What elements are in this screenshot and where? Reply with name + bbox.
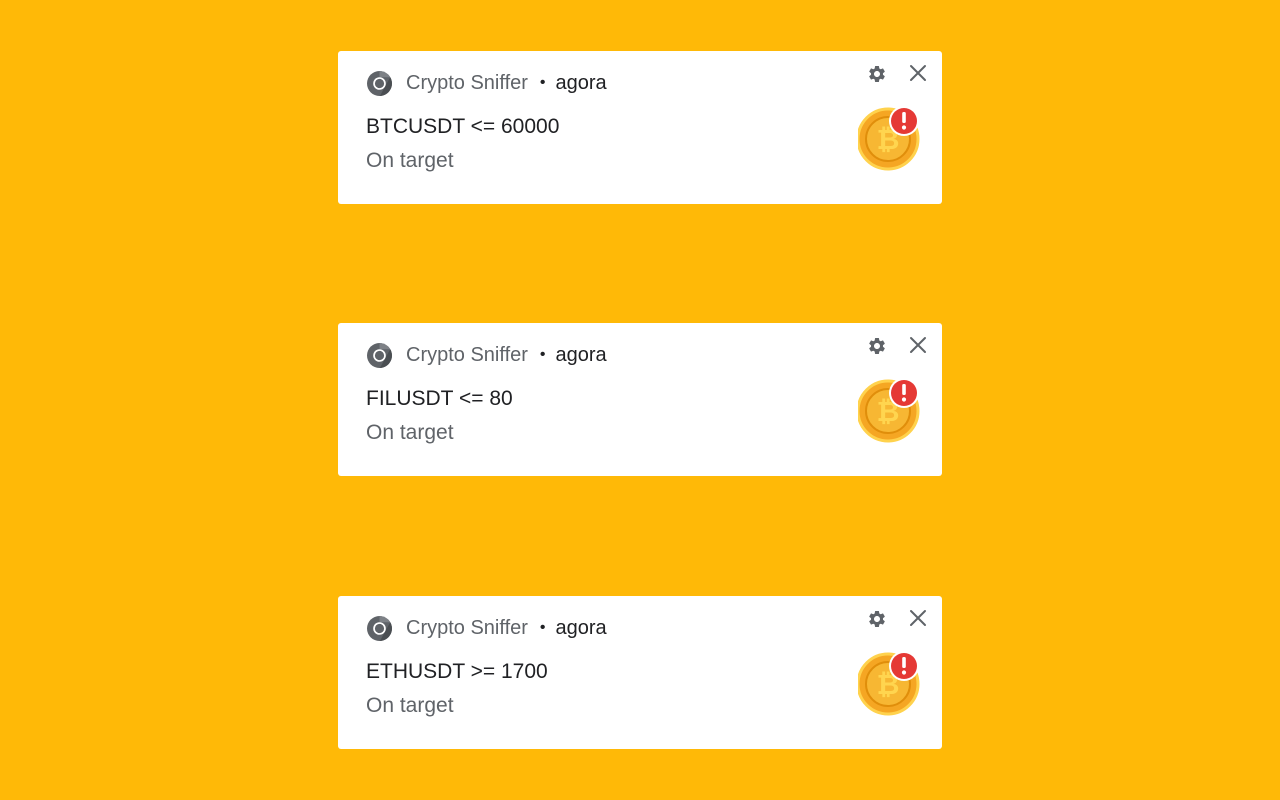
settings-button[interactable] <box>866 65 888 87</box>
chrome-icon <box>366 70 393 97</box>
close-icon <box>909 64 927 87</box>
notification-header: Crypto Sniffer • agora <box>366 615 607 642</box>
notification-message: On target <box>366 149 454 172</box>
separator-dot: • <box>539 346 546 363</box>
bitcoin-alert-icon: ₿ <box>856 377 924 443</box>
separator-dot: • <box>539 619 546 636</box>
app-name: Crypto Sniffer <box>406 71 528 94</box>
settings-button[interactable] <box>866 337 888 359</box>
close-icon <box>909 336 927 359</box>
notification-header: Crypto Sniffer • agora <box>366 70 607 97</box>
origin-label: agora <box>555 343 607 366</box>
close-button[interactable] <box>907 64 929 86</box>
notification-title: FILUSDT <= 80 <box>366 387 513 410</box>
bitcoin-alert-icon: ₿ <box>856 105 924 171</box>
notification-header: Crypto Sniffer • agora <box>366 342 607 369</box>
notification-card[interactable]: Crypto Sniffer • agora FILUSDT <= 80 On … <box>338 323 942 476</box>
notification-title: BTCUSDT <= 60000 <box>366 115 560 138</box>
notification-card[interactable]: Crypto Sniffer • agora BTCUSDT <= 60000 … <box>338 51 942 204</box>
separator-dot: • <box>539 74 546 91</box>
settings-button[interactable] <box>866 610 888 632</box>
close-button[interactable] <box>907 336 929 358</box>
notification-message: On target <box>366 694 454 717</box>
origin-label: agora <box>555 616 607 639</box>
origin-label: agora <box>555 71 607 94</box>
gear-icon <box>867 64 887 89</box>
gear-icon <box>867 336 887 361</box>
gear-icon <box>867 609 887 634</box>
app-name: Crypto Sniffer <box>406 343 528 366</box>
chrome-icon <box>366 615 393 642</box>
notification-title: ETHUSDT >= 1700 <box>366 660 548 683</box>
app-name: Crypto Sniffer <box>406 616 528 639</box>
notification-card[interactable]: Crypto Sniffer • agora ETHUSDT >= 1700 O… <box>338 596 942 749</box>
close-icon <box>909 609 927 632</box>
chrome-icon <box>366 342 393 369</box>
notification-message: On target <box>366 421 454 444</box>
close-button[interactable] <box>907 609 929 631</box>
bitcoin-alert-icon: ₿ <box>856 650 924 716</box>
